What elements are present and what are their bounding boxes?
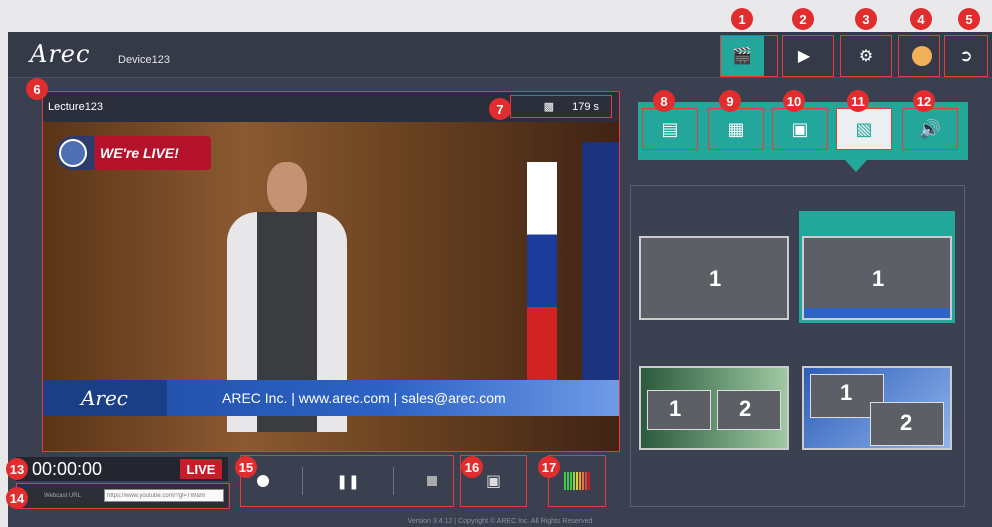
footer-copyright: Version 3.4.12 | Copyright © AREC Inc. A… [407,518,593,525]
callout-badge: 8 [653,90,675,112]
mode-audio-button[interactable]: 🔊 [902,108,958,150]
callout-badge: 10 [783,90,805,112]
live-banner-text: WE're LIVE! [100,145,179,161]
layout-label: 1 [669,396,682,421]
callout-badge: 2 [792,8,814,30]
callout-badge: 4 [910,8,932,30]
live-banner: WE're LIVE! [56,136,211,170]
flag-image [582,142,620,402]
callout-badge: 13 [6,458,28,480]
mode-pointer [845,160,867,172]
gears-icon: ⚙ [858,48,874,65]
webcast-url-row: Webcast URL [16,483,228,509]
overlay-icon: ▧ [855,118,873,139]
stream-status: 00:00:00 LIVE [16,457,228,481]
record-controls: ❚❚ [240,455,454,507]
media-icon [912,46,932,66]
camera-badge-icon [59,139,87,167]
camera-button[interactable]: ▶ [782,36,826,76]
record-button[interactable] [257,475,270,487]
pause-button[interactable]: ❚❚ [336,473,359,490]
logout-icon: ➲ [959,48,973,65]
layout-thumb-side-by-side[interactable]: 1 2 [639,366,789,450]
callout-badge: 14 [6,487,28,509]
callout-badge: 16 [461,456,483,478]
elapsed-time: 00:00:00 [32,459,103,479]
layout-label: 1 [840,380,853,405]
layout-label: 2 [900,410,913,435]
logout-button[interactable]: ➲ [944,36,988,76]
top-bar: Arec Device123 🎬 ▶ ⚙ ➲ [8,32,992,78]
layout-thumb-single[interactable]: 1 [639,236,789,320]
production-button[interactable]: 🎬 [720,36,764,76]
snapshot-icon: ▣ [485,473,502,490]
callout-badge: 7 [489,98,511,120]
callout-badge: 15 [235,456,257,478]
presenter-icon: ▩ [543,101,555,113]
callout-badge: 6 [26,78,48,100]
clapperboard-icon: 🎬 [732,48,752,65]
stop-button[interactable] [426,476,437,486]
mode-image-button[interactable]: ▣ [772,108,828,150]
mode-transition-button[interactable]: ▤ [642,108,698,150]
layout-panel: 1 1 1 2 1 2 [630,185,965,507]
video-camera-icon: ▶ [797,48,811,65]
image-add-icon: ▣ [791,118,809,139]
media-button[interactable] [900,36,944,76]
callout-badge: 17 [538,456,560,478]
lower-third-logo: Arec [42,380,167,416]
arec-logo: Arec [30,40,91,68]
layout-label: 1 [709,266,722,291]
lower-third-overlay: Arec AREC Inc. | www.arec.com | sales@ar… [42,380,620,416]
live-video-frame: WE're LIVE! Arec AREC Inc. | www.arec.co… [42,122,620,452]
webcast-url-label: Webcast URL [44,493,81,499]
lower-third-preview [804,308,950,318]
callout-badge: 5 [958,8,980,30]
duration-chip[interactable]: ▩ 179 s [510,95,612,118]
stripes-icon: ▤ [661,118,679,139]
callout-badge: 1 [731,8,753,30]
layout-thumb-overlay[interactable]: 1 [802,236,952,320]
lower-third-text: AREC Inc. | www.arec.com | sales@arec.co… [222,390,506,406]
layout-icon: ▦ [727,118,745,139]
layout-thumb-pip[interactable]: 1 2 [802,366,952,450]
mode-layout-button[interactable]: ▦ [708,108,764,150]
program-preview: Lecture123 ▩ 179 s WE're LIVE! Arec AREC… [42,91,620,452]
speaker-icon: 🔊 [918,118,942,139]
preview-header: Lecture123 ▩ 179 s [42,91,620,122]
layout-label: 2 [739,396,752,421]
live-indicator: LIVE [180,459,222,479]
program-title: Lecture123 [48,101,104,113]
callout-badge: 9 [719,90,741,112]
mode-overlay-button[interactable]: ▧ [836,108,892,150]
webcast-url-input[interactable] [104,489,224,502]
flag-image [527,162,557,382]
callout-badge: 12 [913,90,935,112]
duration-value: 179 s [572,100,599,113]
callout-badge: 11 [847,90,869,112]
layout-label: 1 [872,266,885,291]
app-window: Arec Device123 🎬 ▶ ⚙ ➲ 1 2 3 4 5 6 Lectu… [6,8,992,527]
settings-button[interactable]: ⚙ [844,36,888,76]
callout-badge: 3 [855,8,877,30]
device-name: Device123 [118,54,170,66]
